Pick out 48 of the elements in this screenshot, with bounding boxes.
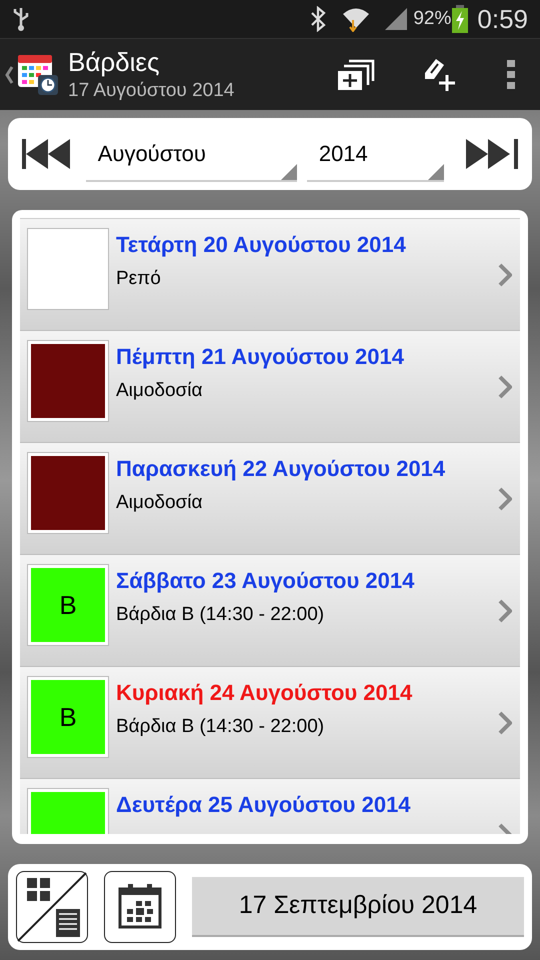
chevron-right-icon: [498, 598, 512, 622]
day-title: Σάββατο 23 Αυγούστου 2014: [116, 567, 416, 594]
day-title: Κυριακή 24 Αυγούστου 2014: [116, 679, 414, 706]
year-dropdown[interactable]: 2014: [306, 126, 444, 182]
day-subtitle: Ρεπό: [116, 266, 162, 290]
chevron-right-icon: [498, 262, 512, 286]
menu-icon: [507, 60, 515, 90]
clock-time: 0:59: [477, 2, 528, 36]
day-subtitle: Αιμοδοσία: [116, 490, 204, 514]
chevron-right-icon: [498, 710, 512, 734]
pencil-plus-icon: [422, 56, 458, 92]
shift-letter: Β: [59, 588, 77, 622]
chevron-right-icon: [498, 486, 512, 510]
calendar-icon: [116, 883, 164, 931]
skip-forward-icon: [466, 139, 518, 169]
month-dropdown[interactable]: Αυγούστου: [86, 126, 297, 182]
usb-icon: [12, 6, 30, 32]
day-row[interactable]: Παρασκευή 22 Αυγούστου 2014 Αιμοδοσία: [20, 443, 520, 555]
battery-percent: 92%: [413, 6, 452, 31]
day-subtitle: Αιμοδοσία: [116, 378, 204, 402]
day-subtitle: Βάρδια Β (14:30 - 22:00): [116, 714, 326, 738]
dropdown-corner-icon: [280, 164, 297, 180]
screen-subtitle: 17 Αυγούστου 2014: [68, 78, 234, 103]
dropdown-corner-icon: [428, 164, 444, 180]
back-caret-icon: [4, 64, 14, 84]
view-toggle-button[interactable]: [16, 871, 88, 943]
app-home-button[interactable]: [4, 52, 60, 96]
day-title: Παρασκευή 22 Αυγούστου 2014: [116, 455, 446, 482]
calendar-button[interactable]: [104, 871, 176, 943]
battery-charging-icon: [451, 5, 470, 33]
shift-letter: Β: [59, 700, 77, 734]
day-row[interactable]: Β Κυριακή 24 Αυγούστου 2014 Βάρδια Β (14:30 - 22:00): [20, 667, 520, 779]
day-row[interactable]: Πέμπτη 21 Αυγούστου 2014 Αιμοδοσία: [20, 331, 520, 443]
signal-icon: [383, 6, 410, 32]
day-title: Πέμπτη 21 Αυγούστου 2014: [116, 343, 405, 370]
grid-list-toggle-icon: [17, 872, 87, 942]
day-title: Τετάρτη 20 Αυγούστου 2014: [116, 231, 407, 258]
screen-title: Βάρδιες: [68, 46, 161, 79]
day-subtitle: Βάρδια Β (14:30 - 22:00): [116, 602, 326, 626]
stacked-add-icon: [337, 58, 375, 90]
wifi-icon: [341, 6, 372, 32]
calendar-clock-icon: [18, 52, 60, 96]
chevron-right-icon: [498, 374, 512, 398]
day-row[interactable]: Β Σάββατο 23 Αυγούστου 2014 Βάρδια Β (14:30 - 22:00): [20, 555, 520, 667]
date-button[interactable]: 17 Σεπτεμβρίου 2014: [192, 877, 524, 937]
day-row[interactable]: Τετάρτη 20 Αυγούστου 2014 Ρεπό: [20, 219, 520, 331]
day-row[interactable]: Δευτέρα 25 Αυγούστου 2014: [20, 779, 520, 834]
day-title: Δευτέρα 25 Αυγούστου 2014: [116, 791, 412, 818]
